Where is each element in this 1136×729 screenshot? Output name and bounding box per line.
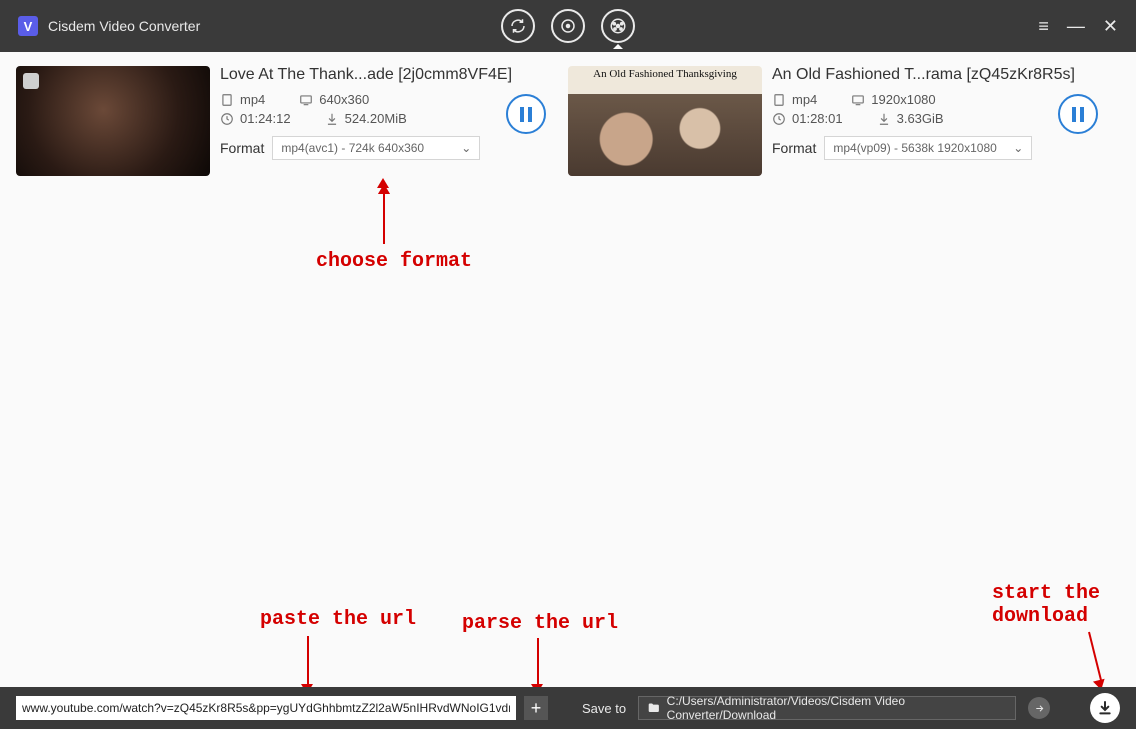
format-label: Format — [772, 140, 816, 156]
screen-icon — [299, 93, 313, 107]
minimize-icon[interactable]: — — [1067, 16, 1085, 37]
file-ext: mp4 — [220, 92, 265, 107]
video-thumbnail[interactable]: An Old Fashioned Thanksgiving — [568, 66, 762, 176]
file-ext: mp4 — [772, 92, 817, 107]
bottombar: + Save to C:/Users/Administrator/Videos/… — [0, 687, 1136, 729]
select-checkbox[interactable] — [23, 73, 39, 89]
tab-convert[interactable] — [501, 9, 535, 43]
file-size: 3.63GiB — [877, 111, 944, 126]
video-thumbnail[interactable] — [16, 66, 210, 176]
add-url-button[interactable]: + — [524, 696, 548, 720]
save-path-selector[interactable]: C:/Users/Administrator/Videos/Cisdem Vid… — [638, 696, 1016, 720]
format-select[interactable]: mp4(vp09) - 5638k 1920x1080 ⌄ — [824, 136, 1032, 160]
menu-icon[interactable]: ≡ — [1038, 16, 1049, 37]
duration: 01:28:01 — [772, 111, 843, 126]
tab-rip[interactable] — [551, 9, 585, 43]
pause-button[interactable] — [506, 94, 546, 134]
save-to-label: Save to — [582, 701, 626, 716]
resolution: 640x360 — [299, 92, 369, 107]
url-input[interactable] — [16, 696, 516, 720]
titlebar: V Cisdem Video Converter ≡ — ✕ — [0, 0, 1136, 52]
annotation-parse-url: parse the url — [462, 612, 618, 635]
annotation-choose-format: choose format — [316, 250, 472, 273]
download-item: Love At The Thank...ade [2j0cmm8VF4E] mp… — [16, 66, 556, 176]
clock-icon — [220, 112, 234, 126]
download-size-icon — [877, 112, 891, 126]
file-icon — [772, 93, 786, 107]
open-folder-button[interactable] — [1028, 697, 1050, 719]
file-icon — [220, 93, 234, 107]
format-select[interactable]: mp4(avc1) - 724k 640x360 ⌄ — [272, 136, 480, 160]
annotation-paste-url: paste the url — [260, 608, 416, 631]
app-icon: V — [18, 16, 38, 36]
download-size-icon — [325, 112, 339, 126]
chevron-down-icon: ⌄ — [461, 141, 471, 155]
download-list: Love At The Thank...ade [2j0cmm8VF4E] mp… — [0, 52, 1136, 190]
file-size: 524.20MiB — [325, 111, 407, 126]
folder-icon — [647, 701, 661, 715]
clock-icon — [772, 112, 786, 126]
chevron-down-icon: ⌄ — [1013, 141, 1023, 155]
resolution: 1920x1080 — [851, 92, 935, 107]
video-title: Love At The Thank...ade [2j0cmm8VF4E] — [220, 66, 556, 84]
pause-button[interactable] — [1058, 94, 1098, 134]
format-label: Format — [220, 140, 264, 156]
video-title: An Old Fashioned T...rama [zQ45zKr8R5s] — [772, 66, 1108, 84]
close-icon[interactable]: ✕ — [1103, 16, 1118, 37]
annotation-start-download: start the download — [992, 582, 1100, 628]
screen-icon — [851, 93, 865, 107]
duration: 01:24:12 — [220, 111, 291, 126]
tab-download[interactable] — [601, 9, 635, 43]
app-title: Cisdem Video Converter — [48, 18, 200, 34]
download-item: An Old Fashioned Thanksgiving An Old Fas… — [568, 66, 1108, 176]
start-download-button[interactable] — [1090, 693, 1120, 723]
mode-tabs — [501, 9, 635, 43]
